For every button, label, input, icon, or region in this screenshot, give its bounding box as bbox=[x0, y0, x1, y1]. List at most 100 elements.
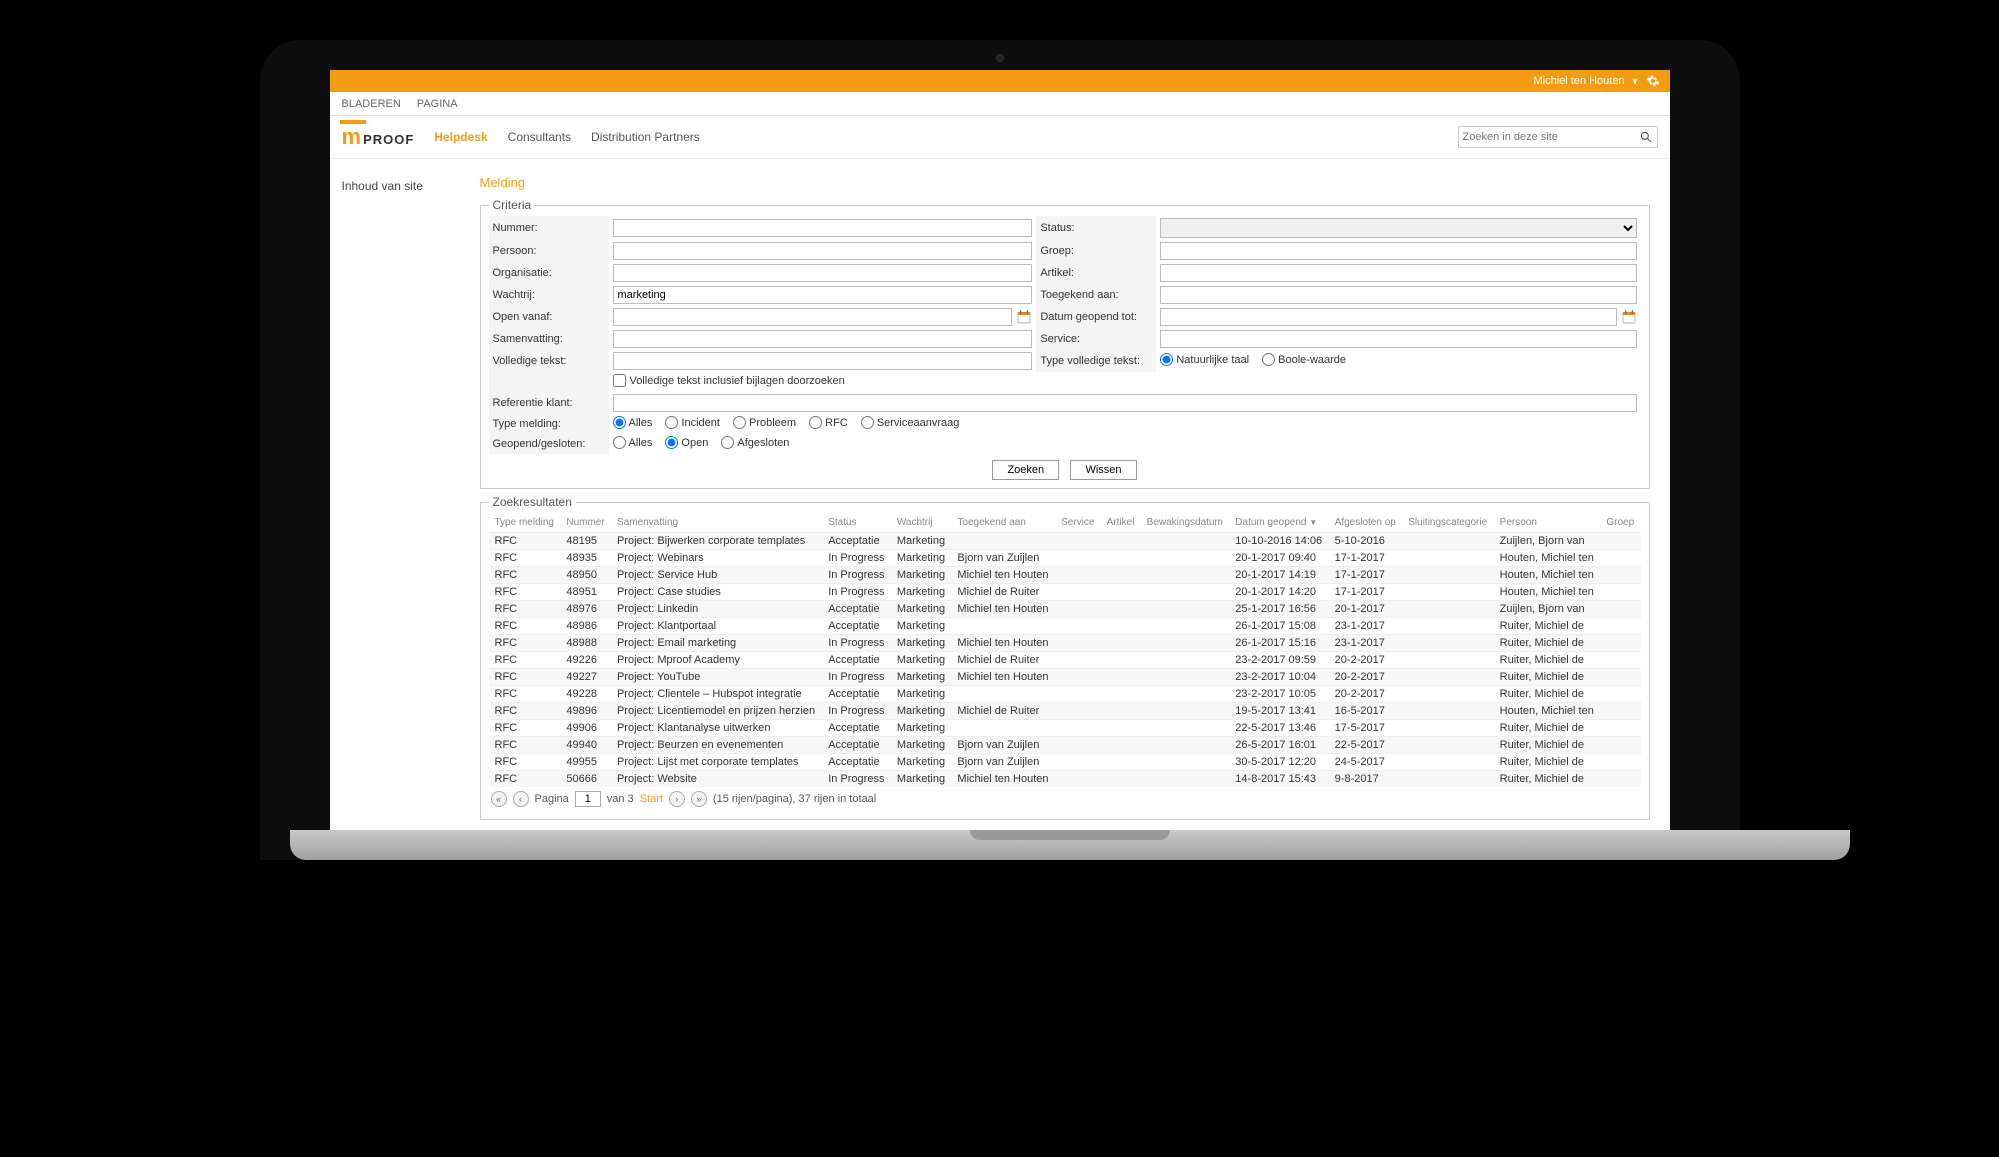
button-wissen[interactable]: Wissen bbox=[1070, 460, 1136, 480]
th-groep[interactable]: Groep bbox=[1600, 513, 1640, 533]
table-cell bbox=[1402, 601, 1493, 618]
table-cell bbox=[1141, 635, 1230, 652]
pager-start[interactable]: Start bbox=[640, 793, 663, 805]
input-referentie[interactable] bbox=[613, 394, 1637, 412]
search-icon[interactable] bbox=[1639, 130, 1653, 144]
table-row[interactable]: RFC48976Project: LinkedinAcceptatieMarke… bbox=[489, 601, 1641, 618]
th-toegekend[interactable]: Toegekend aan bbox=[951, 513, 1055, 533]
table-cell bbox=[1101, 686, 1141, 703]
site-search[interactable] bbox=[1458, 126, 1658, 148]
user-menu[interactable]: Michiel ten Houten ▼ bbox=[1533, 74, 1659, 88]
button-zoeken[interactable]: Zoeken bbox=[992, 460, 1059, 480]
th-geopend[interactable]: Datum geopend ▼ bbox=[1229, 513, 1328, 533]
table-row[interactable]: RFC48988Project: Email marketingIn Progr… bbox=[489, 635, 1641, 652]
pager-input[interactable] bbox=[575, 791, 601, 807]
table-cell bbox=[1055, 652, 1101, 669]
table-cell bbox=[951, 618, 1055, 635]
table-cell bbox=[1101, 652, 1141, 669]
table-row[interactable]: RFC49228Project: Clientele – Hubspot int… bbox=[489, 686, 1641, 703]
calendar-icon[interactable] bbox=[1621, 309, 1637, 325]
search-input[interactable] bbox=[1463, 131, 1639, 143]
table-cell bbox=[1600, 686, 1640, 703]
th-nummer[interactable]: Nummer bbox=[560, 513, 611, 533]
th-persoon[interactable]: Persoon bbox=[1494, 513, 1601, 533]
table-cell: Marketing bbox=[891, 550, 952, 567]
nav-helpdesk[interactable]: Helpdesk bbox=[434, 130, 487, 144]
input-groep[interactable] bbox=[1160, 242, 1636, 260]
input-organisatie[interactable] bbox=[613, 264, 1033, 282]
table-cell: 26-1-2017 15:16 bbox=[1229, 635, 1328, 652]
input-wachtrij[interactable] bbox=[613, 286, 1033, 304]
input-volledige[interactable] bbox=[613, 352, 1033, 370]
table-cell: RFC bbox=[489, 652, 561, 669]
table-row[interactable]: RFC49896Project: Licentiemodel en prijze… bbox=[489, 703, 1641, 720]
radio-tm-alles[interactable]: Alles bbox=[613, 416, 653, 429]
table-row[interactable]: RFC48951Project: Case studiesIn Progress… bbox=[489, 584, 1641, 601]
input-samenvatting[interactable] bbox=[613, 330, 1033, 348]
radio-gg-alles[interactable]: Alles bbox=[613, 436, 653, 449]
th-artikel[interactable]: Artikel bbox=[1101, 513, 1141, 533]
th-service[interactable]: Service bbox=[1055, 513, 1101, 533]
table-row[interactable]: RFC48950Project: Service HubIn ProgressM… bbox=[489, 567, 1641, 584]
pager-last-icon[interactable]: » bbox=[691, 791, 707, 807]
th-samenvatting[interactable]: Samenvatting bbox=[611, 513, 822, 533]
pager-prev-icon[interactable]: ‹ bbox=[513, 791, 529, 807]
sidebar-link-content[interactable]: Inhoud van site bbox=[342, 179, 423, 193]
table-cell: 23-2-2017 09:59 bbox=[1229, 652, 1328, 669]
table-row[interactable]: RFC49227Project: YouTubeIn ProgressMarke… bbox=[489, 669, 1641, 686]
radio-gg-afg[interactable]: Afgesloten bbox=[721, 436, 789, 449]
table-row[interactable]: RFC49226Project: Mproof AcademyAcceptati… bbox=[489, 652, 1641, 669]
table-row[interactable]: RFC48195Project: Bijwerken corporate tem… bbox=[489, 533, 1641, 550]
table-cell bbox=[1600, 754, 1640, 771]
input-datum-tot[interactable] bbox=[1160, 308, 1616, 326]
th-wachtrij[interactable]: Wachtrij bbox=[891, 513, 952, 533]
radio-tm-incident[interactable]: Incident bbox=[665, 416, 720, 429]
select-status[interactable] bbox=[1160, 218, 1636, 238]
nav-consultants[interactable]: Consultants bbox=[508, 130, 571, 144]
input-persoon[interactable] bbox=[613, 242, 1033, 260]
th-type[interactable]: Type melding bbox=[489, 513, 561, 533]
th-afgesloten[interactable]: Afgesloten op bbox=[1329, 513, 1403, 533]
table-cell: Marketing bbox=[891, 635, 952, 652]
input-artikel[interactable] bbox=[1160, 264, 1636, 282]
pager-next-icon[interactable]: › bbox=[669, 791, 685, 807]
input-service[interactable] bbox=[1160, 330, 1636, 348]
th-bewaking[interactable]: Bewakingsdatum bbox=[1141, 513, 1230, 533]
table-cell: In Progress bbox=[822, 771, 891, 788]
input-toegekend[interactable] bbox=[1160, 286, 1636, 304]
table-cell bbox=[1402, 618, 1493, 635]
table-cell: RFC bbox=[489, 686, 561, 703]
ribbon-tab-pagina[interactable]: PAGINA bbox=[417, 98, 458, 110]
checkbox-include-attachments[interactable]: Volledige tekst inclusief bijlagen doorz… bbox=[613, 374, 845, 387]
table-row[interactable]: RFC49940Project: Beurzen en evenementenA… bbox=[489, 737, 1641, 754]
radio-gg-open[interactable]: Open bbox=[665, 436, 708, 449]
logo[interactable]: m PROOF bbox=[342, 124, 415, 150]
table-row[interactable]: RFC49955Project: Lijst met corporate tem… bbox=[489, 754, 1641, 771]
th-sluiting[interactable]: Sluitingscategorie bbox=[1402, 513, 1493, 533]
table-cell: RFC bbox=[489, 635, 561, 652]
table-cell: Project: Email marketing bbox=[611, 635, 822, 652]
table-row[interactable]: RFC48935Project: WebinarsIn ProgressMark… bbox=[489, 550, 1641, 567]
table-cell bbox=[1055, 720, 1101, 737]
ribbon-tab-bladeren[interactable]: BLADEREN bbox=[342, 98, 401, 110]
th-status[interactable]: Status bbox=[822, 513, 891, 533]
table-row[interactable]: RFC49906Project: Klantanalyse uitwerkenA… bbox=[489, 720, 1641, 737]
gear-icon[interactable] bbox=[1646, 74, 1660, 88]
table-cell: Zuijlen, Bjorn van bbox=[1494, 533, 1601, 550]
table-cell: Bjorn van Zuijlen bbox=[951, 737, 1055, 754]
calendar-icon[interactable] bbox=[1016, 309, 1032, 325]
nav-distribution[interactable]: Distribution Partners bbox=[591, 130, 700, 144]
table-cell: Ruiter, Michiel de bbox=[1494, 635, 1601, 652]
radio-tm-rfc[interactable]: RFC bbox=[809, 416, 848, 429]
pager-first-icon[interactable]: « bbox=[491, 791, 507, 807]
label-type-melding: Type melding: bbox=[489, 414, 609, 434]
radio-tm-service[interactable]: Serviceaanvraag bbox=[861, 416, 960, 429]
radio-tm-probleem[interactable]: Probleem bbox=[733, 416, 796, 429]
radio-natuurlijke[interactable]: Natuurlijke taal bbox=[1160, 353, 1249, 366]
table-row[interactable]: RFC50666Project: WebsiteIn ProgressMarke… bbox=[489, 771, 1641, 788]
radio-boole[interactable]: Boole-waarde bbox=[1262, 353, 1346, 366]
input-open-vanaf[interactable] bbox=[613, 308, 1013, 326]
table-row[interactable]: RFC48986Project: KlantportaalAcceptatieM… bbox=[489, 618, 1641, 635]
input-nummer[interactable] bbox=[613, 219, 1033, 237]
table-cell bbox=[1141, 550, 1230, 567]
